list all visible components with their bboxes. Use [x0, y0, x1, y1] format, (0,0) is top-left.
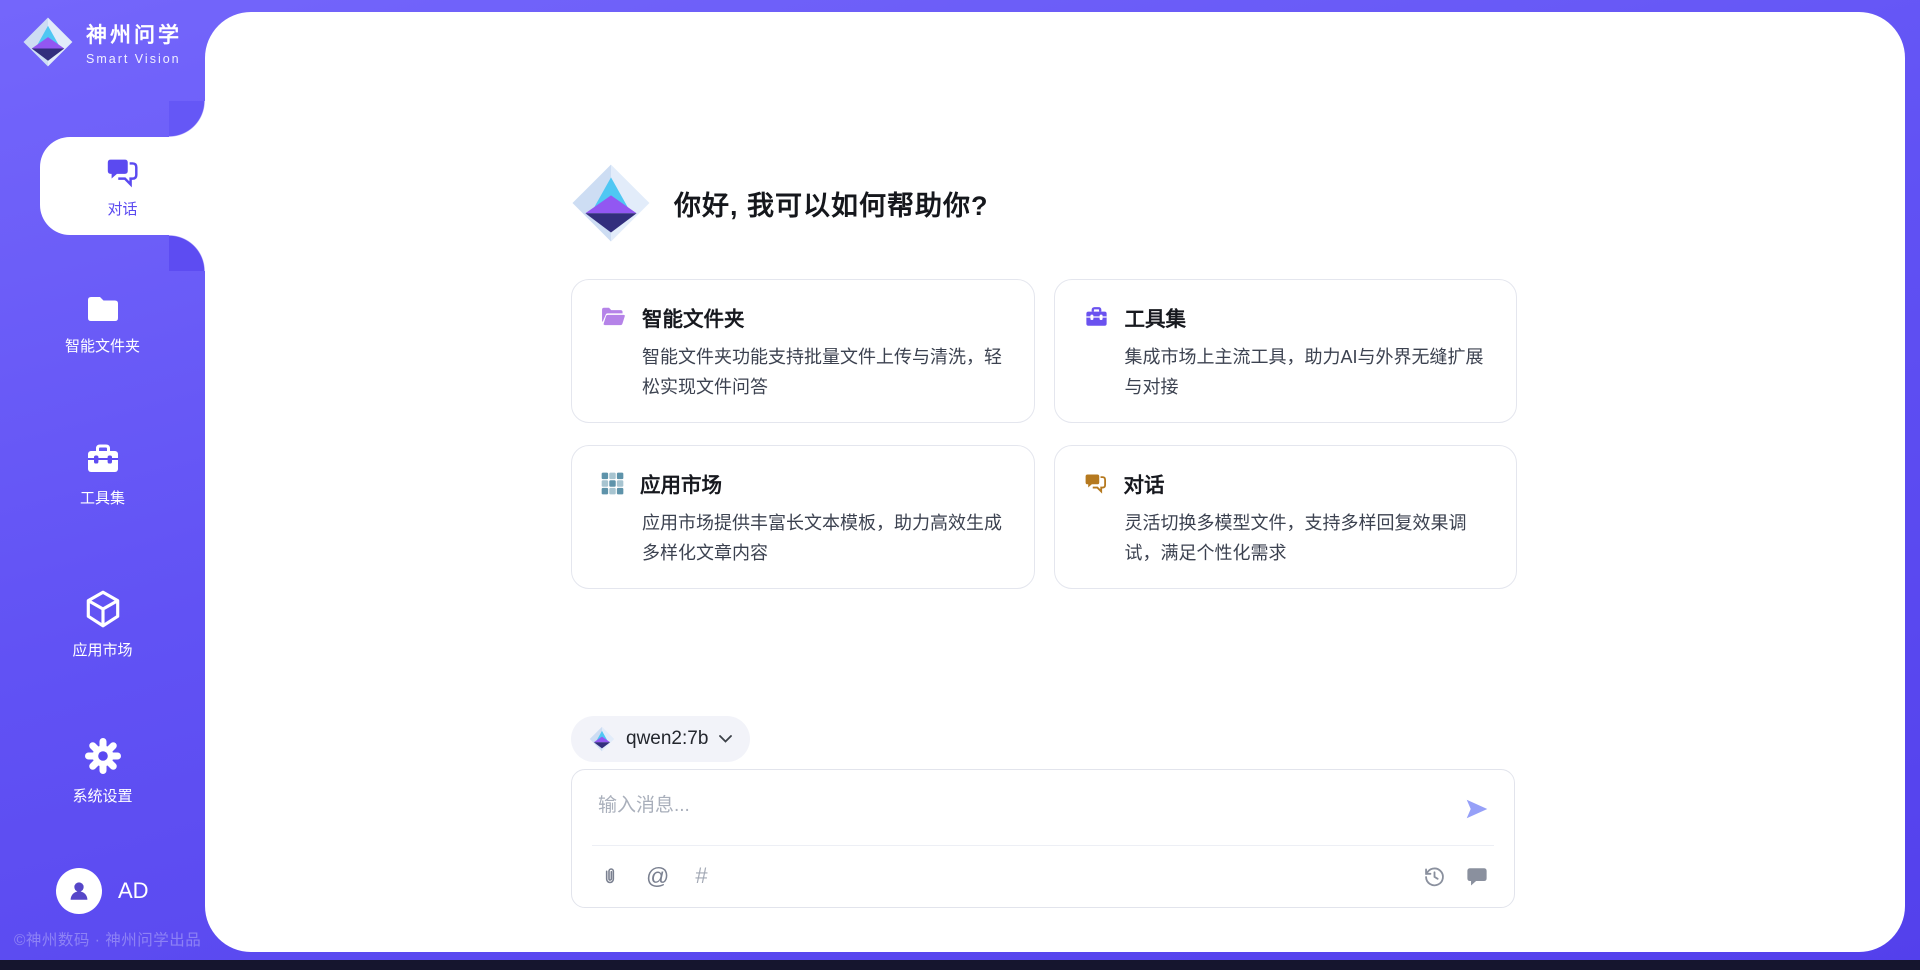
- chat-bubbles-icon: [1083, 470, 1109, 496]
- card-description: 智能文件夹功能支持批量文件上传与清洗，轻松实现文件问答: [642, 342, 1006, 402]
- folder-open-icon: [600, 305, 627, 329]
- send-icon: [1464, 796, 1490, 822]
- feature-cards: 智能文件夹 智能文件夹功能支持批量文件上传与清洗，轻松实现文件问答 工具集 集成…: [571, 279, 1517, 589]
- toolbox-icon: [1083, 304, 1110, 330]
- brand-diamond-icon: [22, 16, 74, 68]
- user-profile[interactable]: AD: [56, 868, 149, 914]
- app-window: 神州问学 Smart Vision 对话 智能文件夹 工具集: [0, 0, 1920, 970]
- card-title: 对话: [1124, 468, 1165, 498]
- brand-text: 神州问学 Smart Vision: [86, 19, 182, 66]
- person-icon: [65, 877, 93, 905]
- card-toolset[interactable]: 工具集 集成市场上主流工具，助力AI与外界无缝扩展与对接: [1054, 279, 1518, 423]
- sidebar-item-chat[interactable]: 对话: [40, 137, 205, 235]
- card-head: 应用市场: [600, 468, 1006, 498]
- composer-tools-right: [1423, 865, 1488, 888]
- send-button[interactable]: [1464, 796, 1490, 827]
- greeting-row: 你好, 我可以如何帮助你?: [570, 162, 989, 244]
- bottom-strip: [0, 960, 1920, 970]
- card-description: 集成市场上主流工具，助力AI与外界无缝扩展与对接: [1125, 342, 1489, 402]
- model-name: qwen2:7b: [626, 728, 708, 750]
- new-chat-button[interactable]: [1466, 865, 1488, 887]
- composer-tools-left: @ #: [600, 863, 708, 890]
- tab-fillet-top: [169, 101, 205, 137]
- sidebar-item-label: 系统设置: [72, 785, 132, 806]
- brand-name: 神州问学: [86, 19, 182, 49]
- card-title: 应用市场: [640, 468, 722, 498]
- sidebar-item-app-market[interactable]: 应用市场: [0, 588, 205, 660]
- at-icon: @: [646, 863, 669, 890]
- topic-button[interactable]: #: [695, 863, 707, 889]
- sidebar-item-toolset[interactable]: 工具集: [0, 440, 205, 508]
- composer-divider: [592, 845, 1494, 846]
- card-app-market[interactable]: 应用市场 应用市场提供丰富长文本模板，助力高效生成多样化文章内容: [571, 445, 1035, 589]
- sidebar-item-label: 对话: [107, 198, 137, 219]
- model-selector[interactable]: qwen2:7b: [571, 716, 750, 762]
- card-description: 应用市场提供丰富长文本模板，助力高效生成多样化文章内容: [642, 508, 1006, 568]
- mention-button[interactable]: @: [646, 863, 669, 890]
- composer-toolbar: @ #: [600, 854, 1488, 898]
- card-smart-folders[interactable]: 智能文件夹 智能文件夹功能支持批量文件上传与清洗，轻松实现文件问答: [571, 279, 1035, 423]
- paperclip-icon: [600, 865, 620, 888]
- model-diamond-icon: [589, 726, 615, 752]
- assistant-diamond-icon: [570, 162, 652, 244]
- card-head: 工具集: [1083, 302, 1489, 332]
- history-button[interactable]: [1423, 865, 1446, 888]
- toolbox-icon: [83, 440, 123, 478]
- card-title: 智能文件夹: [642, 302, 745, 332]
- chat-bubbles-icon: [104, 153, 142, 191]
- card-head: 智能文件夹: [600, 302, 1006, 332]
- tab-fillet-bottom: [169, 235, 205, 271]
- card-head: 对话: [1083, 468, 1489, 498]
- card-description: 灵活切换多模型文件，支持多样回复效果调试，满足个性化需求: [1125, 508, 1489, 568]
- hash-icon: #: [695, 863, 707, 889]
- cube-icon: [82, 588, 124, 630]
- copyright-text: ©神州数码 · 神州问学出品: [14, 928, 201, 950]
- chat-bubble-icon: [1466, 865, 1488, 887]
- gear-icon: [83, 736, 123, 776]
- sidebar-item-settings[interactable]: 系统设置: [0, 736, 205, 806]
- brand-subtitle: Smart Vision: [86, 52, 182, 66]
- greeting-text: 你好, 我可以如何帮助你?: [674, 184, 989, 223]
- sidebar-item-label: 智能文件夹: [65, 335, 140, 356]
- history-icon: [1423, 865, 1446, 888]
- card-chat[interactable]: 对话 灵活切换多模型文件，支持多样回复效果调试，满足个性化需求: [1054, 445, 1518, 589]
- card-title: 工具集: [1125, 302, 1187, 332]
- message-input[interactable]: [598, 790, 1448, 838]
- chevron-down-icon: [719, 735, 732, 743]
- user-initials: AD: [118, 878, 149, 904]
- grid-icon: [600, 471, 625, 496]
- folder-icon: [83, 292, 123, 326]
- sidebar-item-label: 应用市场: [72, 639, 132, 660]
- attach-button[interactable]: [600, 865, 620, 888]
- user-avatar: [56, 868, 102, 914]
- message-composer: @ #: [571, 769, 1515, 908]
- sidebar-item-label: 工具集: [80, 487, 125, 508]
- sidebar-item-smart-folders[interactable]: 智能文件夹: [0, 292, 205, 356]
- brand-logo: 神州问学 Smart Vision: [22, 16, 182, 68]
